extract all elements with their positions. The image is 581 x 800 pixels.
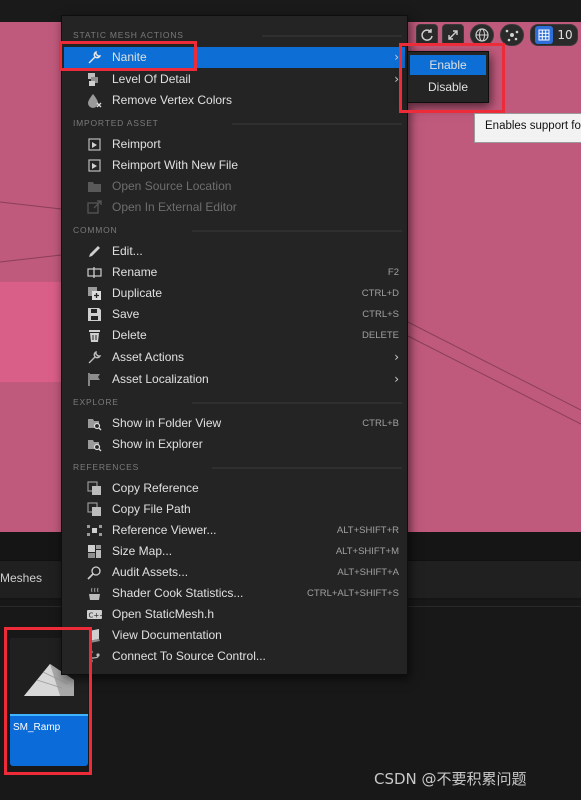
section-divider-lines [192,35,402,469]
refresh-icon [421,29,433,41]
annotation-box-nanite [59,41,197,71]
watermark: CSDN @不要积累问题 [374,770,527,788]
globe-icon [475,28,489,42]
surface-snap-icon [505,29,519,42]
grid-snap-value: 10 [557,28,573,42]
annotation-box-submenu [399,43,505,113]
grid-icon [535,26,554,44]
content-browser-folder-tab[interactable]: Meshes [0,571,42,585]
tooltip: Enables support fo [474,113,581,143]
annotation-box-asset [4,627,92,775]
asset-context-menu: STATIC MESH ACTIONS Nanite › Level Of De… [61,15,408,675]
maximize-icon [448,30,458,40]
viewport-grid-snap-button[interactable]: 10 [530,24,578,46]
